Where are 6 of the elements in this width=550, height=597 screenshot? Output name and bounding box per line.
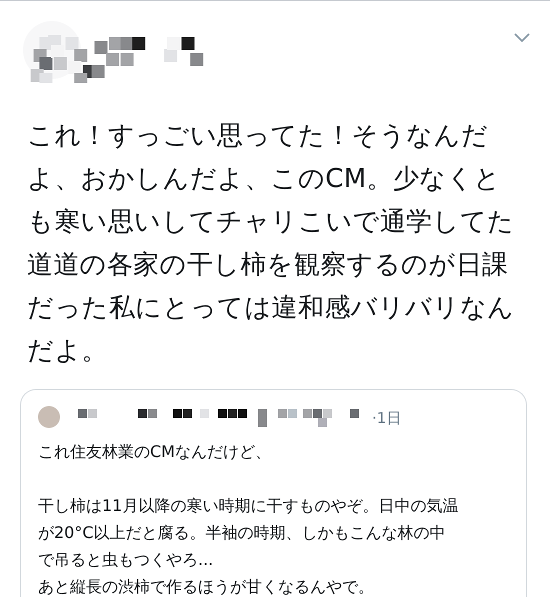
tweet-time: ·1日 <box>372 408 402 428</box>
tweet-text: これ！すっごい思ってた！そうなんだ よ、おかしんだよ、このCM。少なくと も寒い思いしてチャリこいで通学してた 道道の各家の干し柿を観察するのが日課 だった私にとっては違和感バリバリなん だよ。 <box>26 120 516 368</box>
quoted-tweet-card[interactable]: ·1日 これ住友林業のCMなんだけど、 干し柿は11月以降の寒い時期に干すものやぞ。日中の気温 が20°C以上だと腐る。半袖の時期、しかもこんな林の中 で吊ると虫もつくやろ... あと縦長の渋柿で作るほうが甘くなるんやで。 <box>20 389 527 597</box>
quoted-tweet-text: これ住友林業のCMなんだけど、 <box>38 441 272 463</box>
quoted-tweet-text: 干し柿は11月以降の寒い時期に干すものやぞ。日中の気温 が20°C以上だと腐る。半袖の時期、しかもこんな林の中 で吊ると虫もつくやろ... あと縦長の渋柿で作るほうが甘くなるんやで。 <box>38 495 460 597</box>
chevron-down-icon[interactable] <box>514 33 530 43</box>
